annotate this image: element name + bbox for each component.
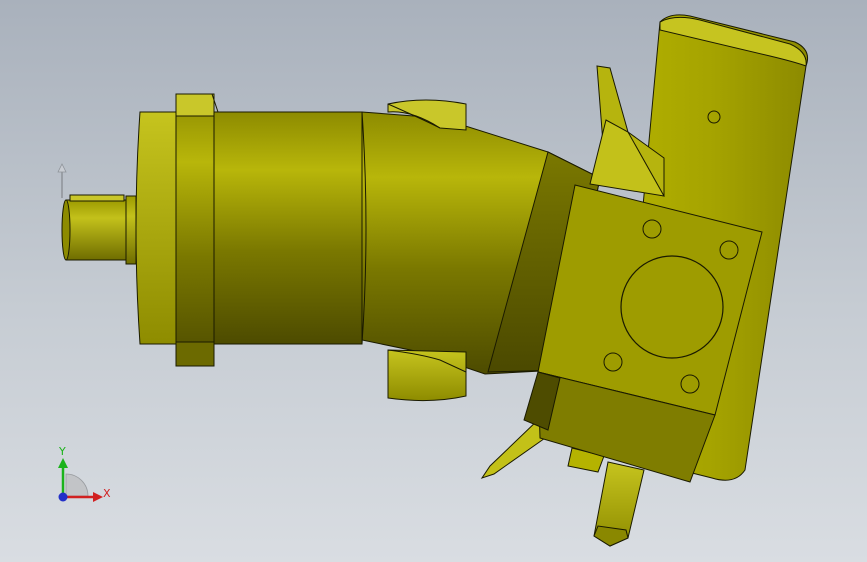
y-axis-label: Y <box>58 445 66 458</box>
z-axis-dot-icon <box>58 492 68 502</box>
view-triad: Y X <box>58 445 111 502</box>
shaft-axis-indicator <box>57 163 67 198</box>
lower-fin <box>480 417 549 479</box>
graphics-viewport[interactable]: Y X <box>0 0 867 562</box>
y-axis-arrow-icon <box>58 458 68 468</box>
drive-shaft[interactable] <box>61 194 137 265</box>
mounting-flange[interactable] <box>135 93 219 367</box>
hydraulic-pump-model[interactable]: Y X <box>0 0 867 562</box>
x-axis-arrow-icon <box>93 492 103 502</box>
main-body[interactable] <box>211 111 367 345</box>
bottom-port-boss[interactable] <box>387 349 467 402</box>
x-axis-label: X <box>103 487 111 500</box>
